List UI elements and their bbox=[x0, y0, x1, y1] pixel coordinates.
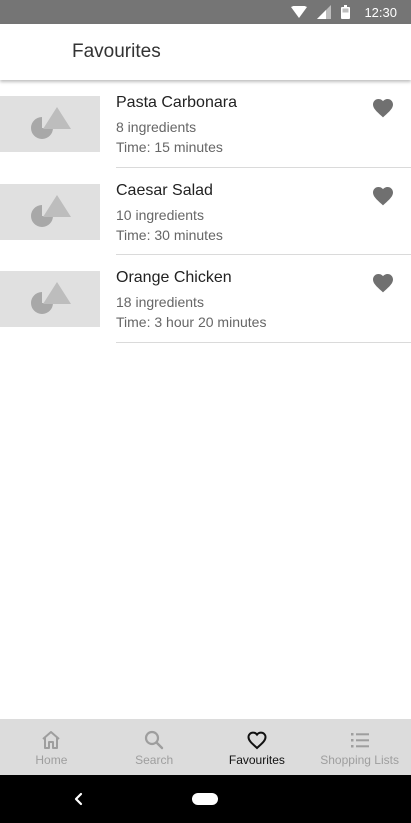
home-icon bbox=[42, 731, 61, 749]
nav-item-shopping-lists[interactable]: Shopping Lists bbox=[308, 719, 411, 775]
recipe-time: Time: 30 minutes bbox=[116, 226, 223, 243]
recipe-time: Time: 3 hour 20 minutes bbox=[116, 314, 267, 330]
recipe-ingredients: 10 ingredients bbox=[116, 206, 204, 223]
image-placeholder-icon bbox=[31, 107, 71, 139]
nav-label-shopping-lists: Shopping Lists bbox=[320, 753, 399, 767]
recipe-thumbnail bbox=[0, 96, 100, 152]
app-bar: Favourites bbox=[0, 24, 411, 80]
bottom-navigation: Home Search Favourites Shopping Lists bbox=[0, 719, 411, 775]
recipe-name: Orange Chicken bbox=[116, 269, 232, 286]
system-navigation-bar bbox=[0, 775, 411, 823]
nav-label-favourites: Favourites bbox=[228, 753, 285, 767]
wifi-icon bbox=[291, 6, 308, 18]
nav-item-favourites[interactable]: Favourites bbox=[206, 719, 309, 775]
cell-signal-icon bbox=[317, 5, 332, 19]
nav-label-search: Search bbox=[135, 753, 174, 767]
nav-label-home: Home bbox=[35, 753, 68, 767]
page-title: Favourites bbox=[72, 41, 161, 62]
recipe-list-item[interactable]: Pasta Carbonara 8 ingredients Time: 15 m… bbox=[0, 80, 411, 168]
favourite-heart-icon[interactable] bbox=[371, 96, 395, 120]
favourite-heart-icon[interactable] bbox=[371, 184, 395, 208]
favourites-screen: 12:30 Favourites Pasta Carbonara 8 ingre… bbox=[0, 0, 411, 823]
recipe-list-item[interactable]: Orange Chicken 18 ingredients Time: 3 ho… bbox=[0, 255, 411, 343]
recipe-list-item[interactable]: Caesar Salad 10 ingredients Time: 30 min… bbox=[0, 168, 411, 255]
nav-item-home[interactable]: Home bbox=[0, 719, 103, 775]
image-placeholder-icon bbox=[31, 194, 71, 227]
recipe-thumbnail bbox=[0, 271, 100, 327]
battery-icon bbox=[341, 5, 351, 19]
recipe-name: Pasta Carbonara bbox=[116, 94, 237, 111]
nav-item-search[interactable]: Search bbox=[103, 719, 206, 775]
recipe-ingredients: 8 ingredients bbox=[116, 119, 197, 135]
favourites-list: Pasta Carbonara 8 ingredients Time: 15 m… bbox=[0, 80, 411, 343]
recipe-ingredients: 18 ingredients bbox=[116, 294, 204, 310]
favourite-heart-icon[interactable] bbox=[371, 271, 395, 295]
status-bar: 12:30 bbox=[0, 0, 411, 24]
list-icon bbox=[350, 733, 369, 748]
recipe-name: Caesar Salad bbox=[116, 181, 213, 199]
image-placeholder-icon bbox=[31, 282, 71, 314]
heart-outline-icon bbox=[247, 731, 267, 750]
recipe-thumbnail bbox=[0, 183, 100, 240]
back-icon[interactable] bbox=[72, 792, 86, 806]
home-pill-button[interactable] bbox=[192, 793, 218, 805]
list-divider bbox=[116, 341, 411, 343]
status-time: 12:30 bbox=[364, 4, 397, 20]
search-icon bbox=[145, 730, 164, 750]
recipe-time: Time: 15 minutes bbox=[116, 139, 223, 155]
